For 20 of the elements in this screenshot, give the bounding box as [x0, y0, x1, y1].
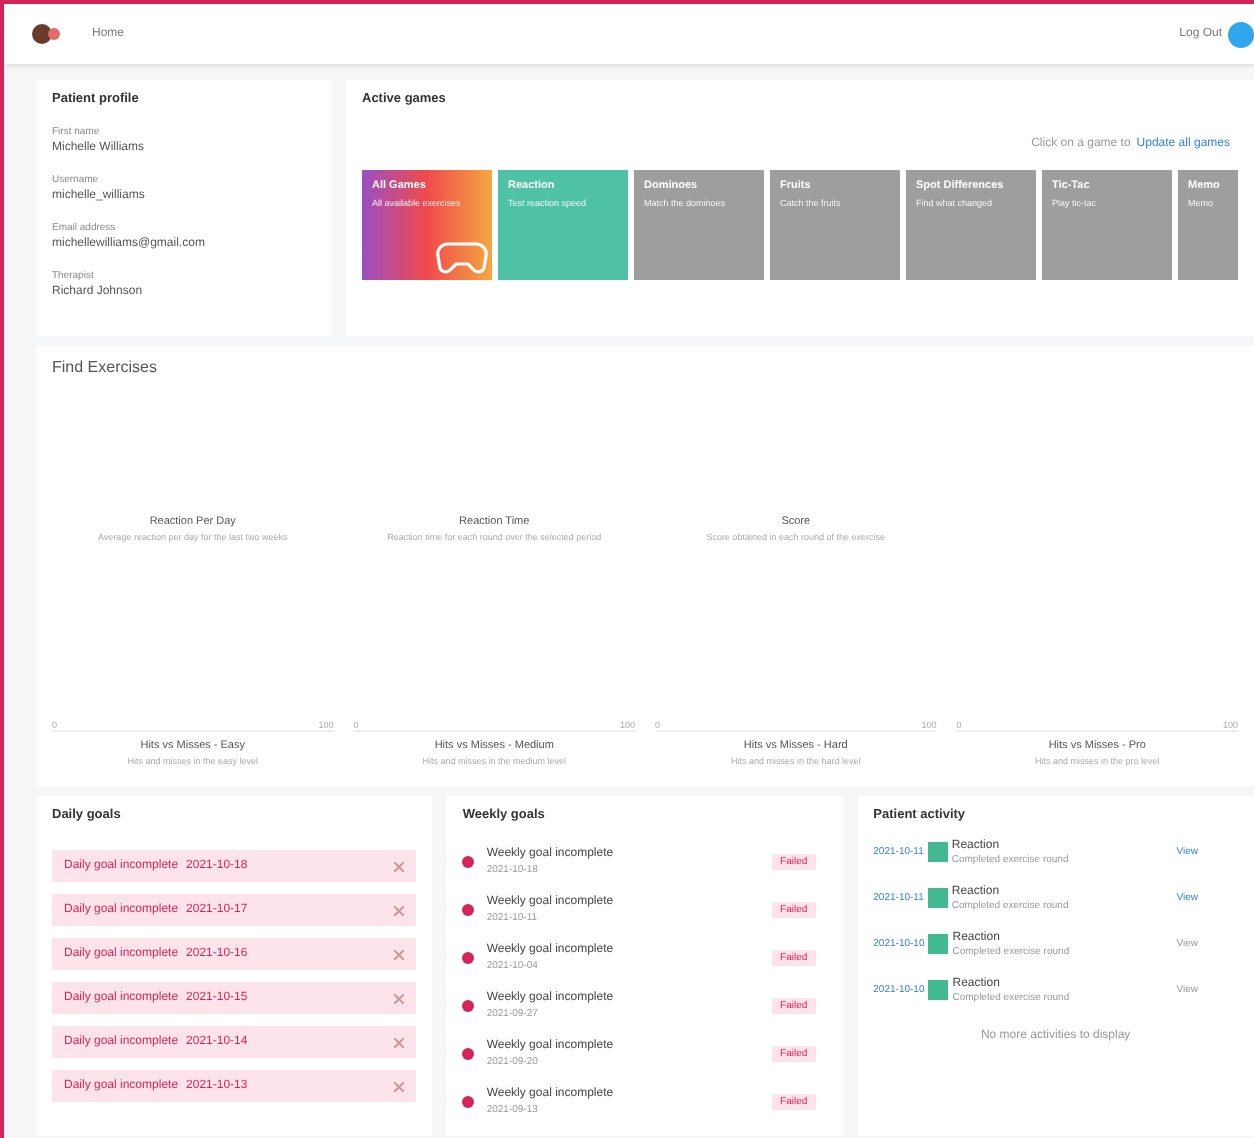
close-icon[interactable]: [394, 861, 405, 871]
alert-icon: [462, 856, 475, 868]
alert-icon: [462, 1048, 475, 1060]
close-icon[interactable]: [394, 1081, 405, 1091]
logo-icon: [32, 22, 60, 46]
avatar-icon[interactable]: [1228, 21, 1254, 47]
alert-icon: [462, 904, 475, 916]
activity-icon: [928, 980, 949, 1000]
close-icon[interactable]: [394, 949, 405, 959]
activity-icon: [927, 888, 948, 908]
close-icon[interactable]: [394, 993, 405, 1003]
close-icon[interactable]: [394, 1037, 405, 1047]
activity-icon: [928, 934, 949, 954]
alert-icon: [462, 1000, 475, 1012]
alert-icon: [462, 1096, 475, 1108]
activity-icon: [927, 842, 948, 862]
alert-icon: [462, 952, 475, 964]
close-icon[interactable]: [394, 905, 405, 915]
section-title: Find Exercises: [52, 358, 159, 376]
gamepad-icon: [436, 236, 488, 276]
